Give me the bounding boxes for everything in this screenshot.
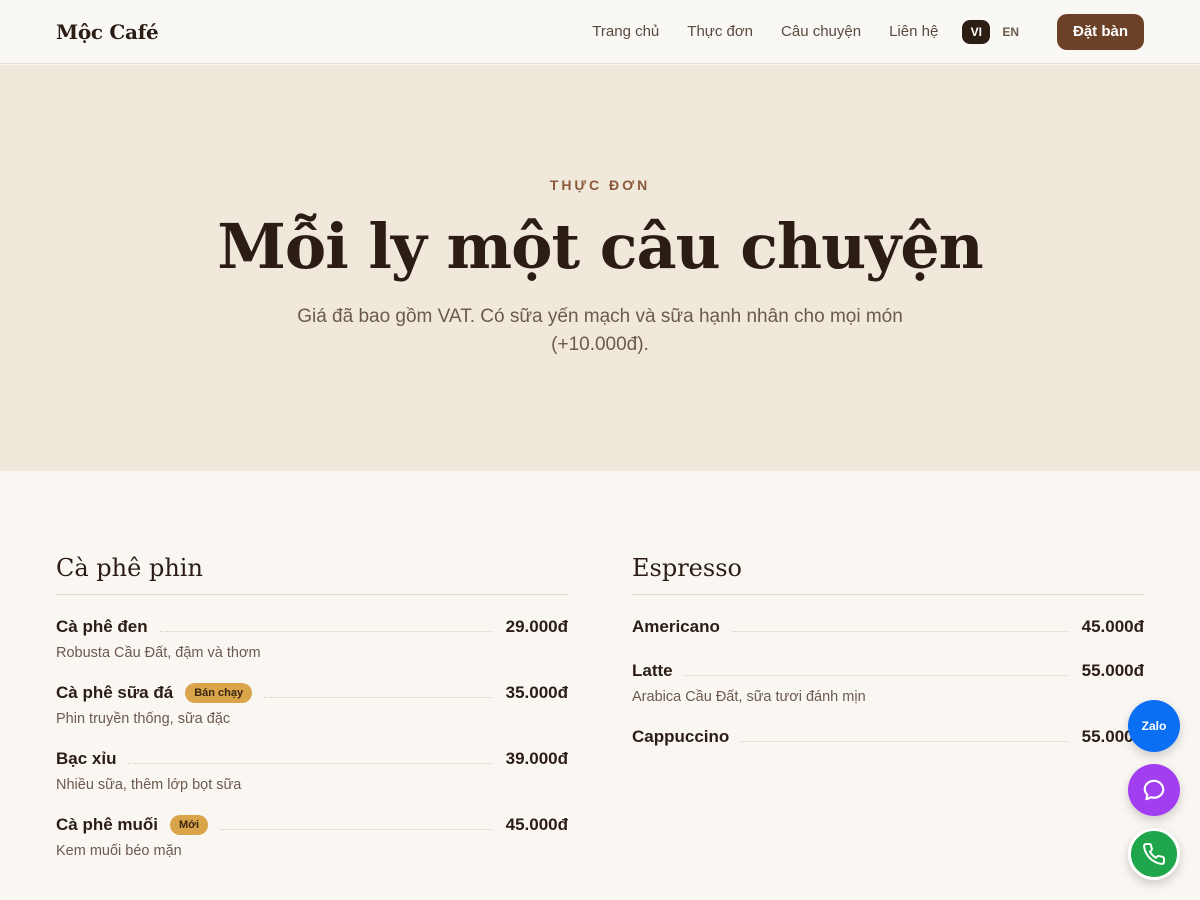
lang-en-button[interactable]: EN [996, 20, 1025, 44]
menu-item: Cà phê muối Mới 45.000đ Kem muối béo mặn [56, 813, 568, 859]
top-nav: Mộc Café Trang chủ Thực đơn Câu chuyện L… [0, 0, 1200, 64]
zalo-label: Zalo [1141, 719, 1167, 733]
bestseller-badge: Bán chạy [185, 683, 253, 703]
item-desc: Arabica Cầu Đất, sữa tươi đánh mịn [632, 689, 866, 705]
item-name: Cà phê muối [56, 815, 159, 834]
dotted-leader [264, 696, 492, 698]
hero: THỰC ĐƠN Mỗi ly một câu chuyện Giá đã ba… [0, 65, 1200, 471]
menu-section-espresso: Espresso Americano 45.000đ Latte 55.000đ… [632, 552, 1144, 749]
menu-section-phin: Cà phê phin Cà phê đen 29.000đ Robusta C… [56, 552, 568, 859]
item-name: Cappuccino [632, 727, 730, 746]
language-switcher: VI EN [962, 19, 1025, 44]
menu-item: Bạc xỉu 39.000đ Nhiều sữa, thêm lớp bọt … [56, 747, 568, 793]
phone-button[interactable] [1128, 828, 1180, 880]
dotted-leader [220, 828, 492, 830]
menu-item: Cà phê sữa đá Bán chạy 35.000đ Phin truy… [56, 681, 568, 727]
book-table-button[interactable]: Đặt bàn [1056, 13, 1144, 50]
chat-bubble-icon [1143, 779, 1165, 801]
page-title: Mỗi ly một câu chuyện [217, 210, 984, 283]
dotted-leader [731, 630, 1068, 632]
item-price: 45.000đ [1081, 617, 1144, 636]
item-name: Americano [632, 617, 720, 636]
menu-item: Latte 55.000đ Arabica Cầu Đất, sữa tươi … [632, 659, 1144, 705]
menu-item: Cà phê đen 29.000đ Robusta Cầu Đất, đậm … [56, 615, 568, 661]
menu-item: Cappuccino 55.000đ [632, 725, 1144, 749]
zalo-button[interactable]: Zalo [1128, 700, 1180, 752]
logo[interactable]: Mộc Café [56, 20, 159, 44]
section-title: Espresso [632, 552, 1144, 595]
item-name: Bạc xỉu [56, 749, 117, 768]
item-price: 35.000đ [505, 683, 568, 702]
hero-subtitle: Giá đã bao gồm VAT. Có sữa yến mạch và s… [297, 306, 903, 355]
lang-vi-button[interactable]: VI [962, 19, 991, 44]
item-desc: Nhiều sữa, thêm lớp bọt sữa [56, 777, 242, 793]
nav-links: Trang chủ Thực đơn Câu chuyện Liên hệ [592, 23, 938, 40]
item-name: Cà phê sữa đá [56, 683, 174, 702]
nav-link-home[interactable]: Trang chủ [592, 23, 659, 40]
item-price: 55.000đ [1081, 661, 1144, 680]
chat-button[interactable] [1128, 764, 1180, 816]
hero-eyebrow: THỰC ĐƠN [549, 177, 651, 193]
item-name: Cà phê đen [56, 617, 148, 636]
nav-link-contact[interactable]: Liên hệ [889, 23, 938, 40]
item-name: Latte [632, 661, 673, 680]
item-price: 45.000đ [505, 815, 568, 834]
dotted-leader [159, 630, 492, 632]
nav-link-story[interactable]: Câu chuyện [781, 23, 861, 40]
nav-link-menu[interactable]: Thực đơn [687, 23, 753, 40]
item-price: 39.000đ [505, 749, 568, 768]
dotted-leader [684, 674, 1068, 676]
item-desc: Phin truyền thống, sữa đặc [56, 711, 231, 727]
dotted-leader [741, 740, 1068, 742]
item-desc: Robusta Cầu Đất, đậm và thơm [56, 645, 261, 661]
phone-icon [1143, 842, 1166, 865]
menu-item: Americano 45.000đ [632, 615, 1144, 639]
dotted-leader [128, 762, 492, 764]
section-title: Cà phê phin [56, 552, 568, 595]
item-desc: Kem muối béo mặn [56, 843, 182, 859]
item-price: 29.000đ [505, 617, 568, 636]
new-badge: Mới [170, 815, 209, 835]
